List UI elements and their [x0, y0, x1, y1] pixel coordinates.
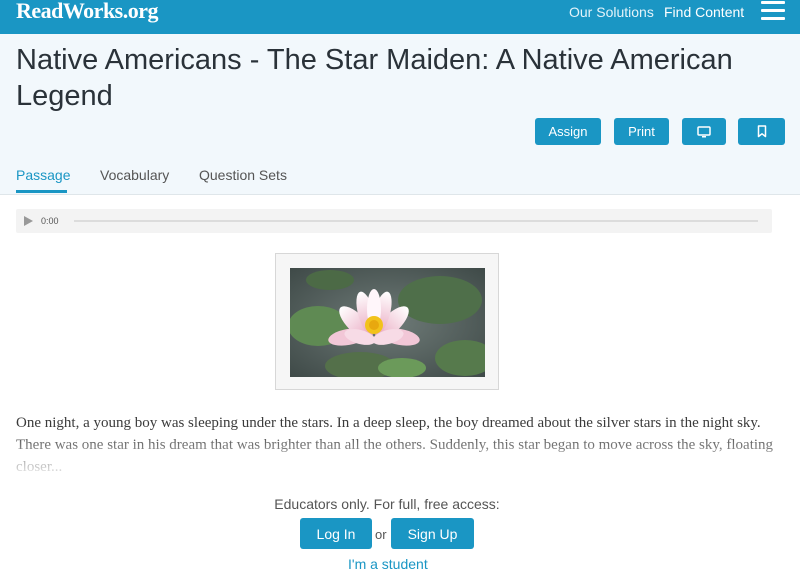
page-title: Native Americans - The Star Maiden: A Na… — [16, 44, 733, 112]
nav-our-solutions[interactable]: Our Solutions — [569, 4, 654, 20]
hamburger-menu-icon[interactable] — [761, 1, 785, 21]
projector-view-button[interactable] — [682, 118, 726, 145]
log-in-button[interactable]: Log In — [300, 518, 372, 549]
tab-vocabulary[interactable]: Vocabulary — [100, 167, 169, 183]
assign-button[interactable]: Assign — [535, 118, 601, 145]
student-link[interactable]: I'm a student — [348, 556, 428, 572]
passage-image — [290, 268, 485, 377]
educators-access-note: Educators only. For full, free access: — [274, 496, 500, 512]
passage-image-frame — [275, 253, 499, 390]
play-icon[interactable] — [24, 216, 33, 226]
article-header: Native Americans - The Star Maiden: A Na… — [0, 34, 800, 195]
passage-fade-overlay — [0, 430, 800, 478]
active-tab-indicator — [16, 190, 67, 193]
water-lily-image — [290, 268, 485, 377]
tab-question-sets[interactable]: Question Sets — [199, 167, 287, 183]
or-separator: or — [375, 527, 387, 542]
nav-find-content[interactable]: Find Content — [664, 4, 744, 20]
audio-progress-track[interactable] — [74, 220, 758, 222]
bookmark-button[interactable] — [738, 118, 785, 145]
sign-up-button[interactable]: Sign Up — [391, 518, 474, 549]
bookmark-icon — [757, 125, 766, 138]
monitor-icon — [697, 125, 711, 137]
audio-time: 0:00 — [41, 216, 59, 226]
readworks-logo[interactable]: ReadWorks.org — [16, 0, 159, 22]
print-button[interactable]: Print — [614, 118, 669, 145]
audio-player: 0:00 — [16, 209, 772, 233]
tab-passage[interactable]: Passage — [16, 167, 70, 183]
top-nav-bar: ReadWorks.org Our Solutions Find Content — [0, 0, 800, 34]
